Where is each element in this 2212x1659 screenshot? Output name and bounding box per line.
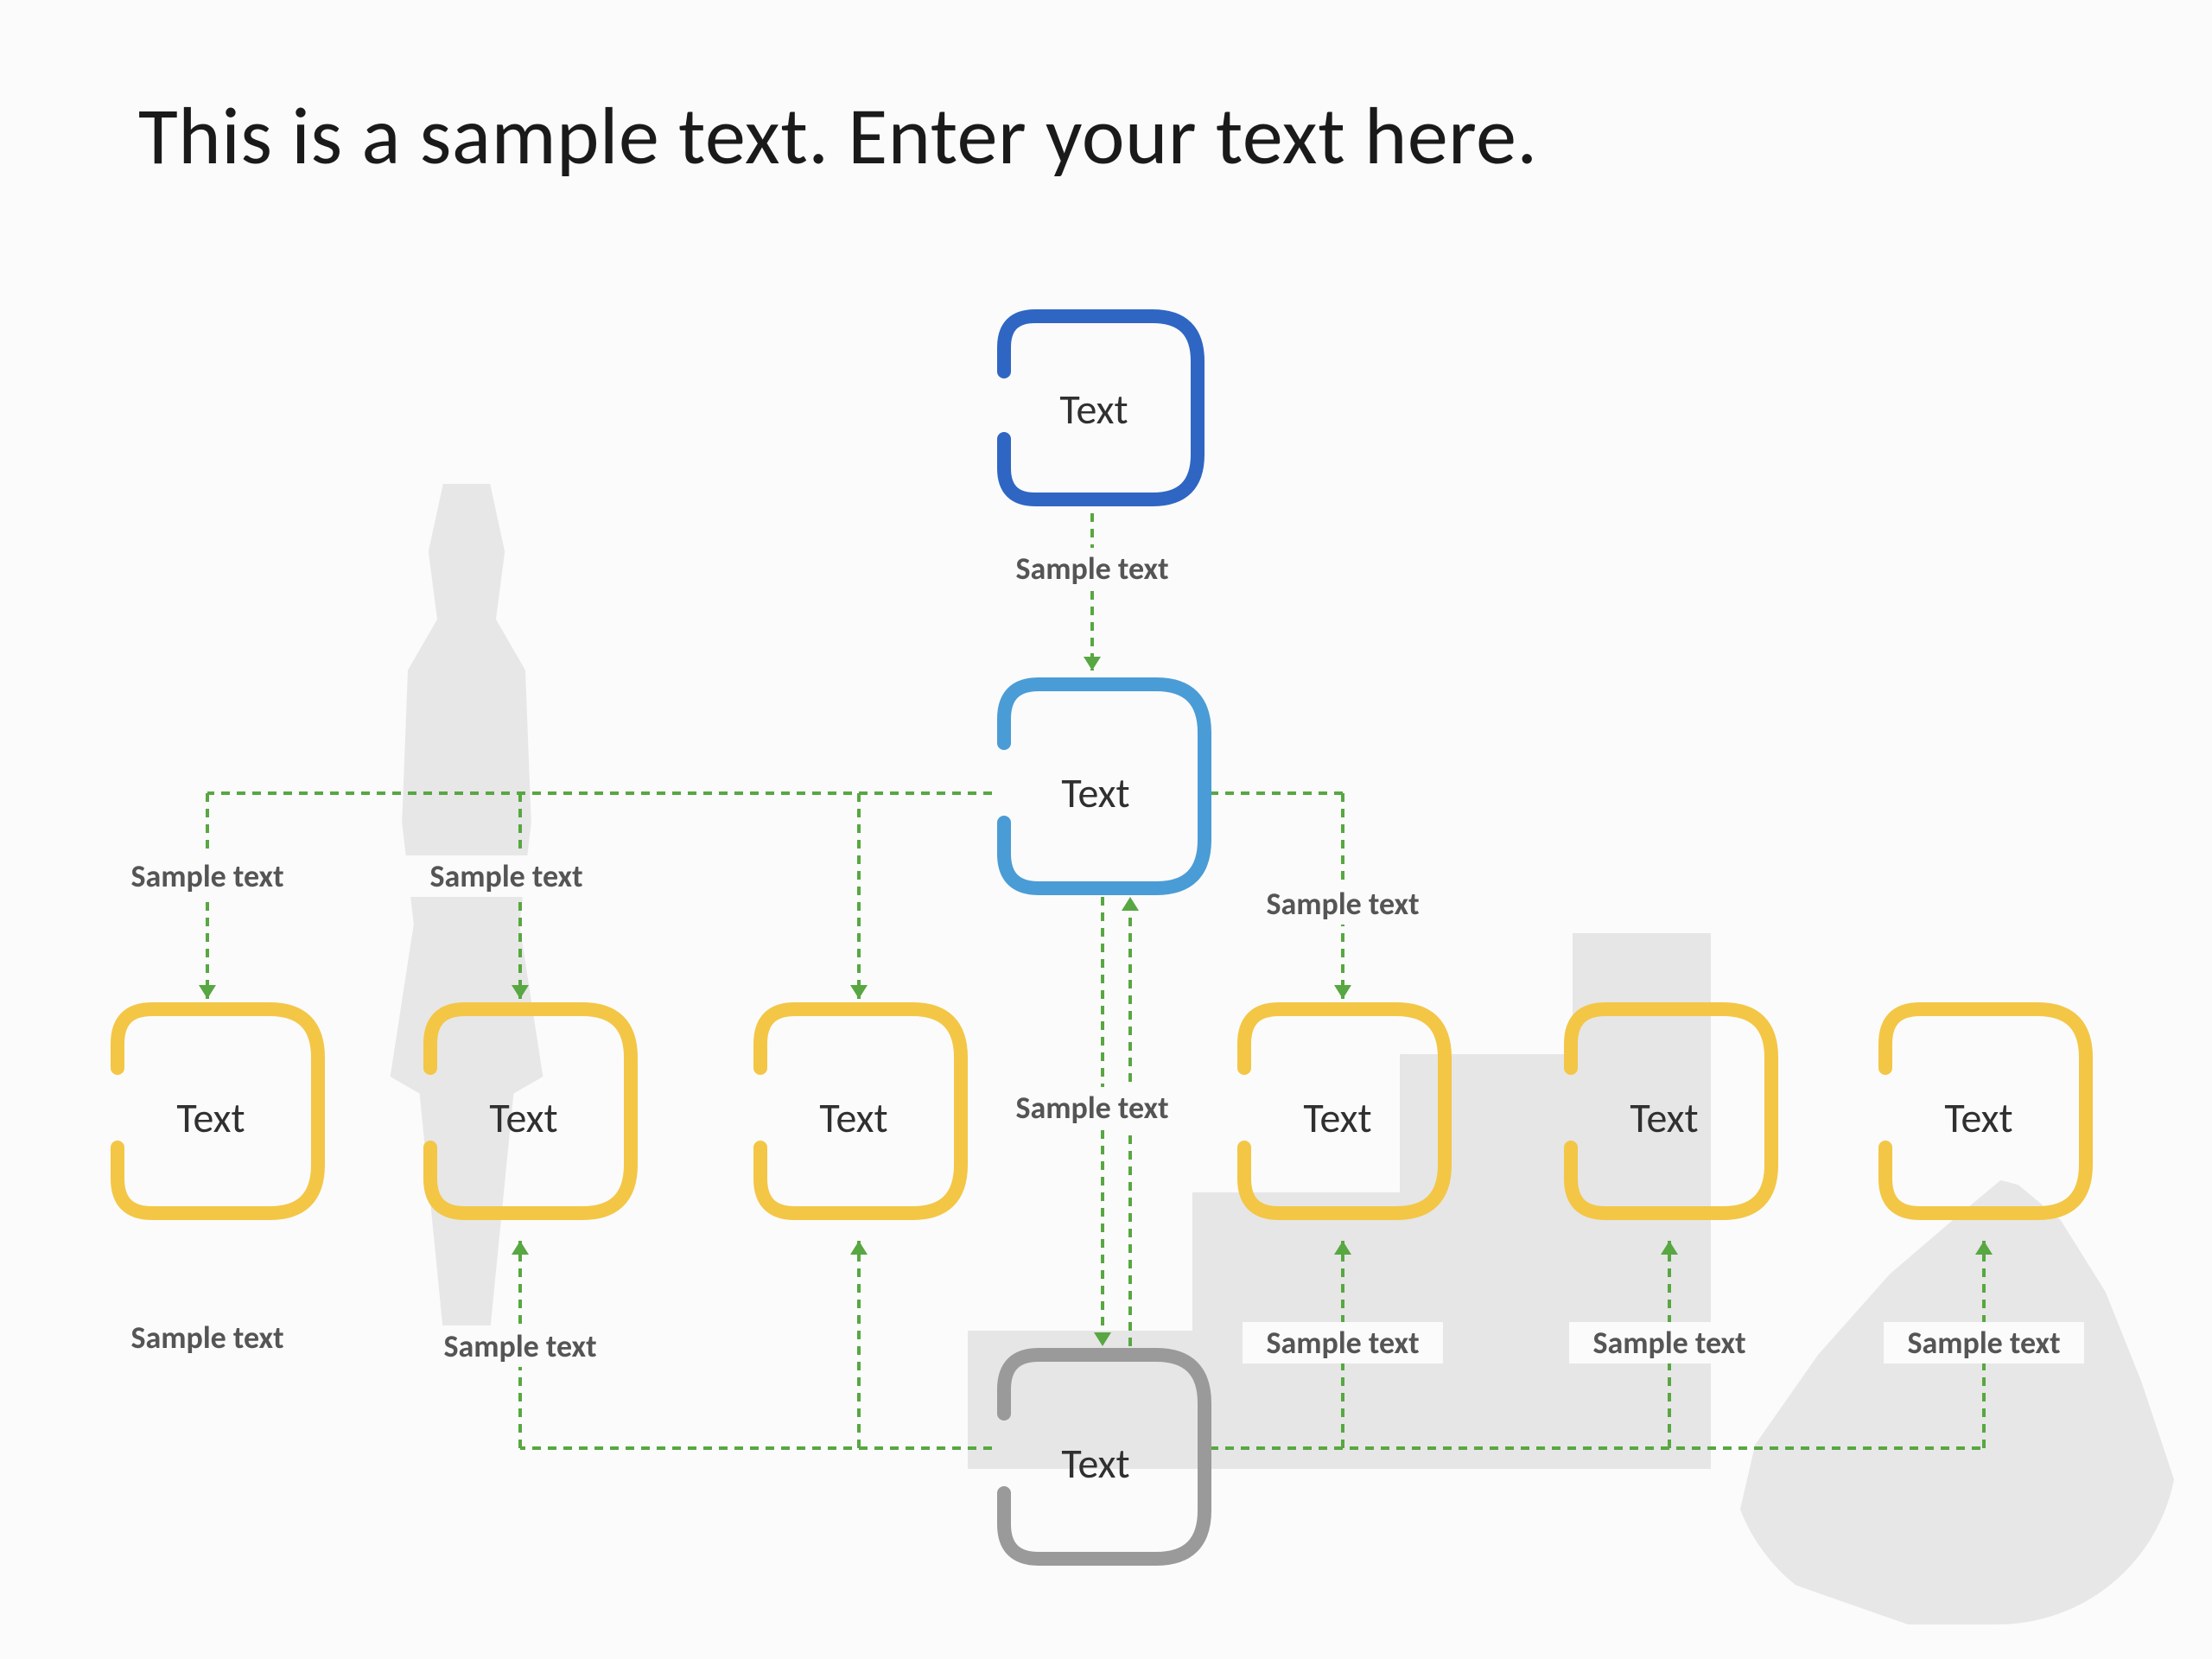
svg-text:Text: Text xyxy=(1061,1438,1129,1489)
svg-text:Text: Text xyxy=(176,1092,245,1143)
svg-text:Sample text: Sample text xyxy=(130,857,283,895)
svg-text:Sample text: Sample text xyxy=(1907,1324,2060,1362)
svg-text:Text: Text xyxy=(1061,767,1129,818)
svg-text:Text: Text xyxy=(1059,384,1128,435)
label-mid-to-row-0: Sample text xyxy=(107,855,308,897)
label-mid-to-bottom: Sample text xyxy=(994,1087,1191,1128)
node-row-2: Text xyxy=(760,1009,961,1213)
svg-text:Sample text: Sample text xyxy=(1015,550,1168,588)
svg-text:Sample text: Sample text xyxy=(130,1319,283,1357)
node-row-3: Text xyxy=(1244,1009,1445,1213)
node-bottom: Text xyxy=(1004,1355,1205,1559)
svg-text:Text: Text xyxy=(489,1092,557,1143)
node-row-5: Text xyxy=(1885,1009,2086,1213)
org-chart-diagram: Sample text Sample text Sample text Samp… xyxy=(0,0,2212,1659)
label-bottom-row-3: Sample text xyxy=(1243,1322,1443,1363)
svg-text:Sample text: Sample text xyxy=(1592,1324,1745,1362)
svg-text:Text: Text xyxy=(1944,1092,2012,1143)
label-top-to-mid: Sample text xyxy=(994,548,1191,589)
label-mid-to-row-1: Sample text xyxy=(406,855,607,897)
node-row-0: Text xyxy=(118,1009,318,1213)
node-top: Text xyxy=(1004,316,1198,499)
label-bottom-row-5: Sample text xyxy=(1884,1322,2084,1363)
node-mid: Text xyxy=(1004,684,1205,888)
label-bottom-row-0: Sample text xyxy=(107,1317,308,1358)
svg-text:Sample text: Sample text xyxy=(1266,885,1419,923)
svg-text:Text: Text xyxy=(1630,1092,1698,1143)
svg-text:Sample text: Sample text xyxy=(443,1327,596,1365)
svg-text:Sample text: Sample text xyxy=(1015,1089,1168,1127)
svg-text:Sample text: Sample text xyxy=(1266,1324,1419,1362)
label-bottom-row-4: Sample text xyxy=(1569,1322,1770,1363)
node-row-1: Text xyxy=(430,1009,631,1213)
label-mid-to-row-3: Sample text xyxy=(1243,883,1443,925)
label-bottom-row-1: Sample text xyxy=(420,1325,620,1367)
svg-text:Sample text: Sample text xyxy=(429,857,582,895)
node-row-4: Text xyxy=(1571,1009,1771,1213)
svg-text:Text: Text xyxy=(1303,1092,1371,1143)
svg-text:Text: Text xyxy=(819,1092,887,1143)
